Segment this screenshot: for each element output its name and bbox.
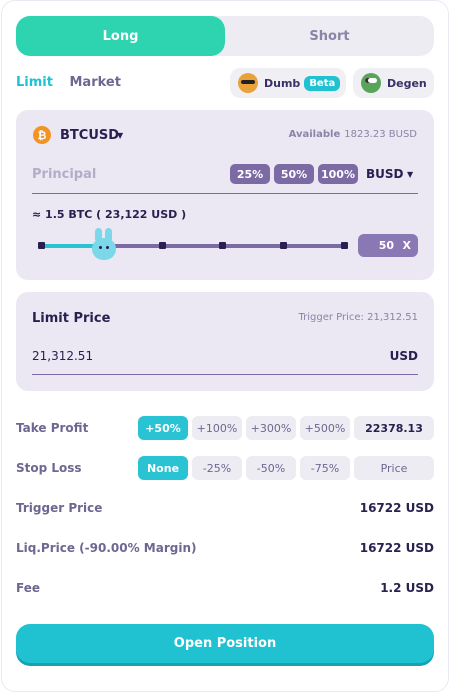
take-profit-option[interactable]: +50% — [138, 416, 188, 440]
limit-tab[interactable]: Limit — [16, 75, 53, 90]
doge-icon — [238, 73, 258, 93]
stop-loss-price-input[interactable]: Price — [354, 456, 434, 480]
slider-tick[interactable] — [159, 242, 166, 249]
short-tab[interactable]: Short — [225, 16, 434, 56]
slider-tick[interactable] — [341, 242, 348, 249]
stop-loss-option[interactable]: -50% — [246, 456, 296, 480]
long-tab[interactable]: Long — [16, 16, 225, 56]
currency-selector[interactable]: BUSD — [366, 167, 404, 181]
leverage-value: 50 — [378, 239, 394, 252]
limit-price-card: Limit Price Trigger Price: 21,312.51 21,… — [16, 292, 434, 391]
take-profit-option[interactable]: +500% — [300, 416, 350, 440]
limit-price-input[interactable]: 21,312.51 — [32, 349, 93, 363]
limit-price-underline — [32, 374, 418, 375]
percent-25-button[interactable]: 25% — [230, 164, 270, 184]
liq-price-value: 16722 USD — [359, 541, 434, 555]
dumb-mode-label: Dumb — [264, 76, 301, 90]
limit-price-title: Limit Price — [32, 311, 111, 326]
limit-trigger-price: Trigger Price: 21,312.51 — [298, 312, 418, 323]
liq-price-label: Liq.Price (-90.00% Margin) — [16, 541, 197, 555]
principal-input[interactable]: Principal — [32, 167, 96, 182]
slider-tick[interactable] — [280, 242, 287, 249]
pair-selector[interactable]: BTCUSD — [60, 128, 119, 143]
take-profit-label: Take Profit — [16, 421, 89, 435]
limit-price-unit: USD — [389, 349, 418, 363]
stop-loss-option[interactable]: -75% — [300, 456, 350, 480]
fee-label: Fee — [16, 581, 40, 595]
available-label: Available — [288, 129, 341, 140]
percent-100-button[interactable]: 100% — [318, 164, 358, 184]
slider-tick[interactable] — [219, 242, 226, 249]
stop-loss-option[interactable]: -25% — [192, 456, 242, 480]
bitcoin-icon: ₿ — [33, 126, 51, 144]
slider-tick[interactable] — [38, 242, 45, 249]
fee-value: 1.2 USD — [380, 581, 434, 595]
beta-badge: Beta — [304, 75, 341, 91]
pepe-icon — [361, 73, 381, 93]
available-balance: Available 1823.23 BUSD — [289, 129, 417, 140]
leverage-x-label: X — [402, 239, 411, 252]
order-card: ₿ BTCUSD ▼ Available 1823.23 BUSD Princip… — [16, 110, 434, 280]
trigger-price-value: 16722 USD — [359, 501, 434, 515]
chevron-down-icon[interactable]: ▼ — [117, 131, 123, 140]
principal-underline — [32, 193, 418, 194]
degen-mode-button[interactable]: Degen — [353, 68, 434, 98]
order-type-tabs: Limit Market — [16, 75, 121, 90]
take-profit-input[interactable]: 22378.13 — [354, 416, 434, 440]
stop-loss-label: Stop Loss — [16, 461, 82, 475]
degen-mode-label: Degen — [387, 76, 427, 90]
dumb-mode-button[interactable]: Dumb Beta — [230, 68, 346, 98]
slider-handle-bunny-icon[interactable] — [90, 228, 118, 262]
side-toggle: Long Short — [16, 16, 434, 56]
trigger-price-label: Trigger Price — [16, 501, 103, 515]
percent-50-button[interactable]: 50% — [274, 164, 314, 184]
chevron-down-icon[interactable]: ▼ — [407, 170, 413, 179]
take-profit-option[interactable]: +300% — [246, 416, 296, 440]
open-position-button[interactable]: Open Position — [16, 624, 434, 663]
market-tab[interactable]: Market — [70, 75, 121, 90]
stop-loss-option[interactable]: None — [138, 456, 188, 480]
leverage-input[interactable]: 50 X — [358, 234, 418, 257]
approx-size: ≈ 1.5 BTC ( 23,122 USD ) — [32, 208, 187, 221]
available-value: 1823.23 BUSD — [344, 129, 417, 140]
take-profit-option[interactable]: +100% — [192, 416, 242, 440]
